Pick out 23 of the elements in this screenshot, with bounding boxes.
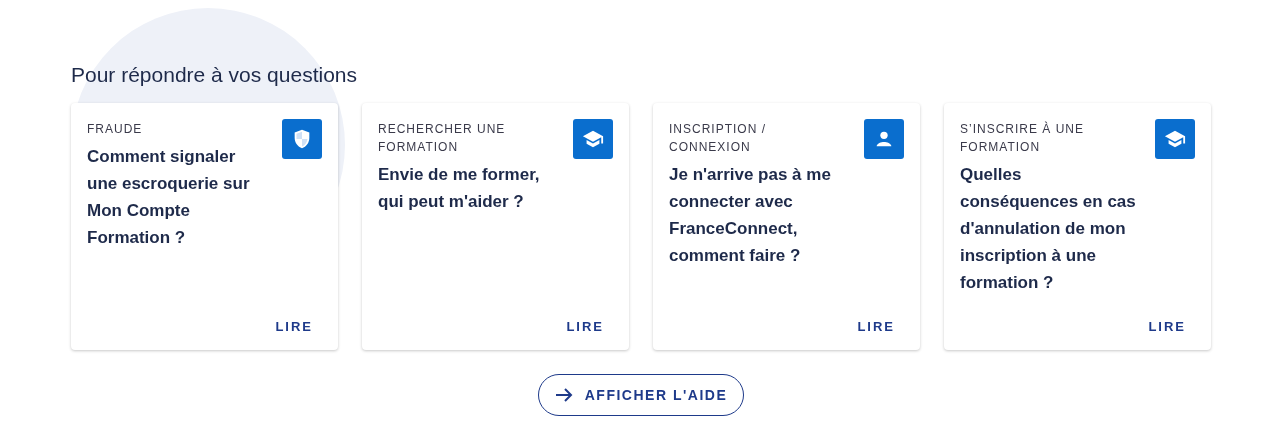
category-label: INSCRIPTION / CONNEXION: [669, 121, 767, 156]
person-icon: [864, 119, 904, 159]
read-link[interactable]: LIRE: [1148, 316, 1186, 336]
read-link[interactable]: LIRE: [857, 316, 895, 336]
section-heading: Pour répondre à vos questions: [71, 62, 357, 88]
question-text: Envie de me former, qui peut m'aider ?: [378, 164, 541, 213]
question-text: Comment signaler une escroquerie sur Mon Compte Formation ?: [87, 146, 251, 249]
question-text: Quelles conséquences en cas d'annulation de mon inscription à une formation ?: [960, 164, 1137, 294]
graduation-cap-icon: [1155, 119, 1195, 159]
shield-icon: [282, 119, 322, 159]
read-link[interactable]: LIRE: [566, 316, 604, 336]
category-label: FRAUDE: [87, 121, 144, 138]
category-label: S’INSCRIRE À UNE FORMATION: [960, 120, 1086, 156]
question-text: Je n'arrive pas à me connecter avec FranceConnect, comment faire ?: [669, 164, 832, 267]
faq-card[interactable]: RECHERCHER UNE FORMATION Envie de me former, qui peut m'aider ? LIRE: [362, 103, 629, 350]
faq-card[interactable]: INSCRIPTION / CONNEXION Je n'arrive pas à me connecter avec FranceConnect, comment faire ? LIRE: [653, 103, 920, 350]
arrow-right-icon: [554, 387, 573, 403]
faq-card[interactable]: S’INSCRIRE À UNE FORMATION Quelles conséquences en cas d'annulation de mon inscription à une formation ? LIRE: [944, 103, 1211, 350]
category-label: RECHERCHER UNE FORMATION: [378, 121, 507, 156]
read-link[interactable]: LIRE: [275, 316, 313, 336]
faq-card[interactable]: FRAUDE Comment signaler une escroquerie sur Mon Compte Formation ? LIRE: [71, 103, 338, 350]
graduation-cap-icon: [573, 119, 613, 159]
show-help-button[interactable]: AFFICHER L'AIDE: [537, 374, 745, 416]
